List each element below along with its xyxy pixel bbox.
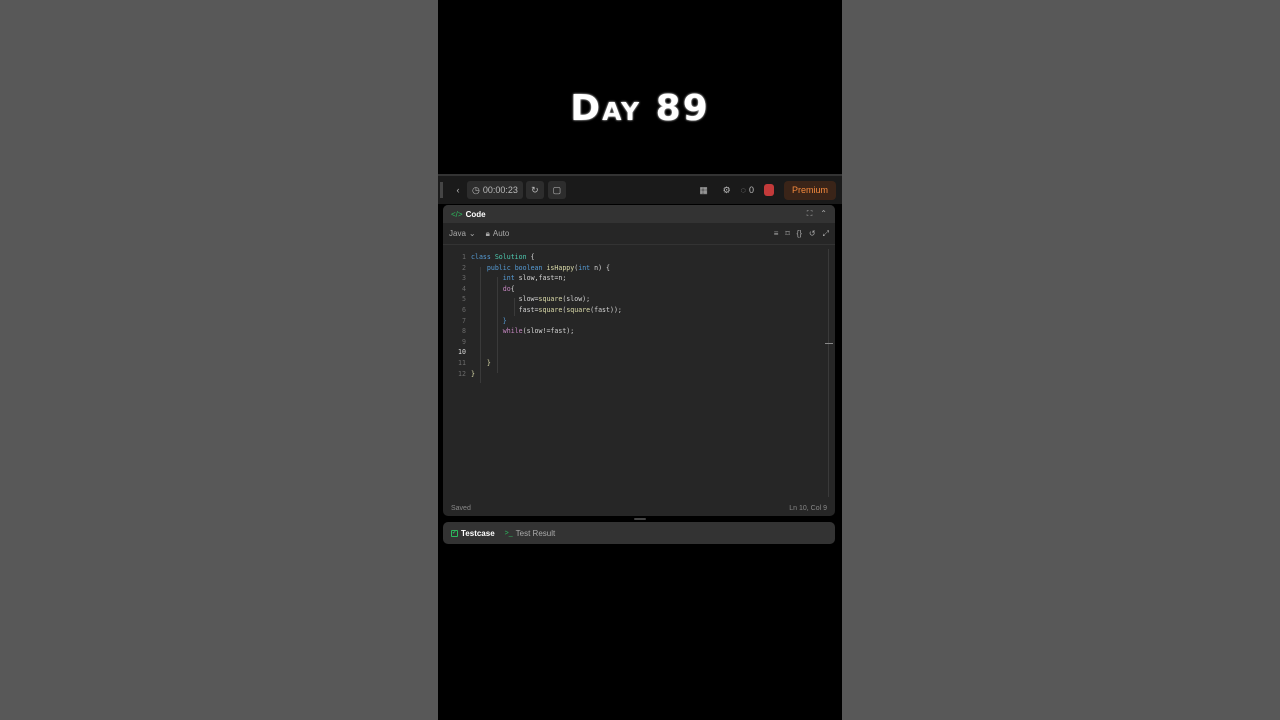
flame-icon: ◌ — [740, 185, 746, 195]
braces-icon[interactable]: {} — [797, 229, 802, 239]
autosave-label: Auto — [492, 229, 510, 238]
line-number: 6 — [462, 306, 466, 314]
editor-toolbar: Java ⌄ 🔒︎ Auto ≡ ⌑ {} ↺ ⤢ — [443, 223, 835, 245]
code-editor[interactable]: 1 class Solution { 2 public boolean isHa… — [443, 249, 835, 501]
line-number: 1 — [462, 253, 466, 261]
refresh-icon: ↻ — [531, 184, 539, 195]
grid-icon: ▦ — [699, 184, 708, 195]
code-line: 4 do{ — [443, 285, 823, 296]
code-text: while(slow!=fast); — [502, 327, 575, 336]
lock-icon: 🔒︎ — [485, 228, 490, 238]
panel-header: </> Code ⛶ ⌃ — [443, 205, 835, 223]
code-line: 5 slow=square(slow); — [443, 295, 823, 306]
code-line: 8 while(slow!=fast); — [443, 327, 823, 338]
line-number: 3 — [462, 274, 466, 283]
test-panel-header: ✓ Testcase >_ Test Result — [443, 522, 835, 544]
line-number: 9 — [462, 337, 466, 346]
panel-edge — [440, 182, 443, 198]
code-icon: </> — [451, 209, 463, 219]
tab-testcase-label: Testcase — [461, 528, 495, 538]
code-text: } — [471, 369, 475, 378]
code-text: class Solution { — [471, 253, 535, 261]
back-button[interactable]: ‹ — [451, 181, 465, 199]
line-number: 2 — [462, 263, 466, 272]
code-text: int slow,fast=n; — [502, 274, 567, 283]
autosave-toggle[interactable]: 🔒︎ Auto — [486, 229, 510, 239]
premium-button[interactable]: Premium — [783, 180, 836, 200]
code-line: 7 } — [443, 317, 823, 328]
line-number: 11 — [458, 359, 466, 367]
editor-topbar: ‹ ◷ 00:00:23 ↻ ▢ ▦ ⚙ ◌ 0 Premium — [438, 174, 842, 204]
notes-button[interactable]: ▢ — [547, 181, 566, 199]
code-line: 6 fast=square(square(fast)); — [443, 306, 823, 317]
editor-status-bar: Saved Ln 10, Col 9 — [443, 505, 835, 512]
code-text: } — [502, 316, 507, 325]
tab-testcase[interactable]: ✓ Testcase — [451, 529, 495, 538]
save-status: Saved — [451, 505, 471, 512]
streak-counter[interactable]: ◌ 0 — [741, 181, 754, 199]
language-select[interactable]: Java ⌄ — [449, 229, 476, 238]
fullscreen-icon[interactable]: ⤢ — [823, 229, 829, 239]
code-line: 2 public boolean isHappy(int n) { — [443, 264, 823, 275]
collapse-icon[interactable]: ⌃ — [820, 209, 827, 219]
bookmark-icon[interactable]: ⌑ — [785, 229, 789, 239]
code-line: 11 } — [443, 359, 823, 370]
code-panel: </> Code ⛶ ⌃ Java ⌄ 🔒︎ Auto ≡ ⌑ {} ↺ ⤢ 1… — [443, 205, 835, 516]
code-text: public boolean isHappy(int n) { — [486, 263, 611, 272]
line-number: 8 — [462, 327, 466, 336]
settings-button[interactable]: ⚙ — [717, 181, 737, 199]
gear-icon: ⚙ — [722, 184, 731, 195]
format-icon[interactable]: ≡ — [774, 229, 779, 239]
code-line: 9 — [443, 338, 823, 349]
code-text: fast=square(square(fast)); — [518, 306, 622, 314]
day-title: Day 89 — [570, 88, 710, 129]
tab-test-result-label: Test Result — [515, 528, 556, 538]
timer-value: 00:00:23 — [482, 185, 518, 195]
blurred-background-left — [0, 0, 438, 720]
cursor-position: Ln 10, Col 9 — [789, 505, 827, 512]
language-value: Java — [449, 229, 466, 238]
editor-scrollbar[interactable] — [828, 249, 829, 497]
checkbox-icon: ✓ — [451, 529, 458, 537]
code-text: do{ — [502, 284, 515, 293]
timer-button[interactable]: ◷ 00:00:23 — [467, 181, 523, 199]
tab-test-result[interactable]: >_ Test Result — [505, 529, 556, 538]
code-line-active: 10 — [443, 348, 823, 359]
code-text: } — [486, 359, 491, 367]
chevron-down-icon: ⌄ — [468, 229, 476, 238]
video-frame: Day 89 ‹ ◷ 00:00:23 ↻ ▢ ▦ ⚙ ◌ 0 Premium — [438, 0, 842, 720]
terminal-icon: >_ — [504, 529, 513, 537]
code-line: 3 int slow,fast=n; — [443, 274, 823, 285]
blurred-background-right — [842, 0, 1280, 720]
line-number: 4 — [462, 284, 466, 293]
line-number: 10 — [458, 348, 466, 357]
panel-title: Code — [465, 209, 486, 219]
note-icon: ▢ — [552, 184, 562, 195]
undo-icon[interactable]: ↺ — [809, 229, 816, 239]
resize-handle[interactable] — [634, 518, 646, 520]
line-number: 5 — [462, 295, 466, 304]
streak-count: 0 — [748, 185, 754, 195]
clock-icon: ◷ — [472, 184, 480, 195]
line-number: 12 — [458, 369, 466, 378]
maximize-icon[interactable]: ⛶ — [807, 209, 813, 219]
layout-button[interactable]: ▦ — [694, 181, 714, 199]
cursor-position-marker — [825, 343, 833, 344]
code-line: 1 class Solution { — [443, 253, 823, 264]
avatar[interactable] — [763, 184, 774, 196]
line-number: 7 — [462, 316, 466, 325]
code-text: slow=square(slow); — [518, 295, 591, 304]
chevron-left-icon: ‹ — [456, 185, 460, 195]
code-line: 12 } — [443, 370, 823, 381]
reset-timer-button[interactable]: ↻ — [525, 181, 544, 199]
